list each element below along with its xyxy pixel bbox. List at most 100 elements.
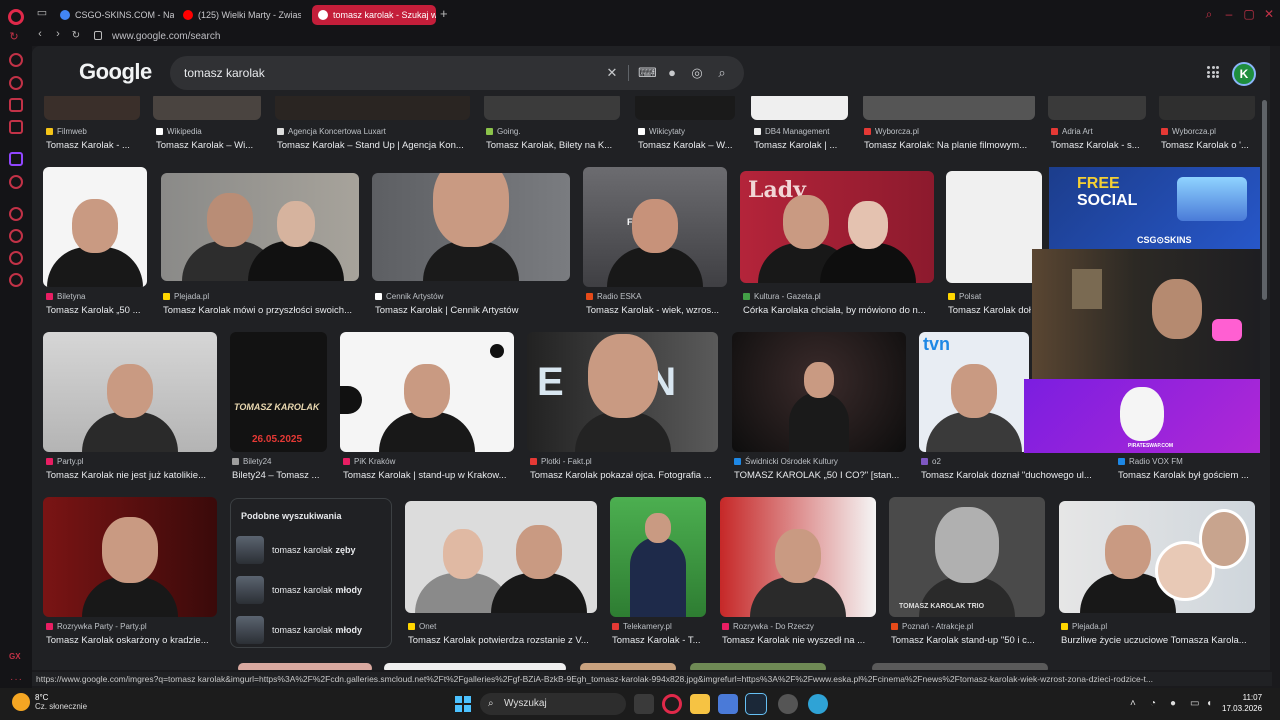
steam-icon[interactable] [745,693,767,715]
result-title[interactable]: Tomasz Karolak mówi o przyszłości swoich… [163,305,359,316]
lock-icon[interactable] [9,76,23,90]
result-title[interactable]: Tomasz Karolak | Cennik Artystów [375,305,571,316]
tab-google-search[interactable]: tomasz karolak - Szukaj w [312,5,436,25]
weather-widget[interactable]: 8°C Cz. słonecznie [12,693,87,711]
taskbar-search[interactable]: ⌕ Wyszukaj [480,693,626,715]
url-field[interactable]: www.google.com/search [112,31,220,42]
result-image[interactable] [946,171,1042,283]
result-image[interactable] [384,663,566,670]
search-tabs-icon[interactable]: ⌕ [1202,7,1216,21]
account-avatar[interactable]: K [1232,62,1256,86]
youtube-icon[interactable] [9,175,23,189]
player-icon[interactable] [9,207,23,221]
tab-csgo-skins[interactable]: CSGO-SKINS.COM - Naj [54,5,174,25]
result-title[interactable]: Tomasz Karolak oskarżony o kradzie... [46,635,218,646]
back-icon[interactable]: ‹ [32,28,48,40]
result-title[interactable]: Tomasz Karolak | stand-up w Krakow... [343,470,515,481]
result-title[interactable]: Tomasz Karolak doł [948,305,1040,316]
result-title[interactable]: Tomasz Karolak – W... [638,140,736,151]
scrollbar-thumb[interactable] [1262,100,1267,300]
result-image[interactable]: Lady [740,171,934,283]
result-title[interactable]: Tomasz Karolak - T... [612,635,708,646]
maximize-icon[interactable]: ▢ [1242,7,1256,21]
minimize-icon[interactable]: – [1222,7,1236,21]
result-image[interactable] [732,332,906,452]
edge-icon[interactable] [808,694,828,714]
result-title[interactable]: Tomasz Karolak stand-up "50 i c... [891,635,1045,646]
twitch-icon[interactable] [9,152,23,166]
microphone-icon[interactable]: ● [664,65,680,81]
result-title[interactable]: Tomasz Karolak - s... [1051,140,1147,151]
result-title[interactable]: Tomasz Karolak potwierdza rozstanie z V.… [408,635,598,646]
search-input[interactable]: tomasz karolak [184,66,265,80]
result-image[interactable] [43,167,147,287]
result-title[interactable]: Tomasz Karolak był gościem ... [1118,470,1254,481]
result-title[interactable]: TOMASZ KAROLAK „50 I CO?" [stan... [734,470,906,481]
result-image[interactable] [610,497,706,617]
windows-start-icon[interactable] [455,696,471,712]
history-icon[interactable] [9,229,23,243]
result-title[interactable]: Tomasz Karolak, Bilety na K... [486,140,620,151]
result-title[interactable]: Tomasz Karolak - wiek, wzros... [586,305,728,316]
result-image[interactable] [153,92,261,120]
lock-icon[interactable] [94,31,102,40]
result-image[interactable] [1159,92,1255,120]
tray-volume-icon[interactable]: ◖ [1206,698,1212,709]
result-image[interactable]: E TN [527,332,718,452]
result-image[interactable] [43,332,217,452]
result-image[interactable] [161,173,359,281]
result-image[interactable] [863,92,1035,120]
result-image[interactable] [635,92,735,120]
related-item[interactable]: tomasz karolak zęby [236,533,388,567]
clock[interactable]: 11:07 17.03.2026 [1222,692,1262,714]
reload-sidebar-icon[interactable]: ↻ [6,30,22,43]
result-title[interactable]: Tomasz Karolak - ... [46,140,141,151]
more-icon[interactable]: ··· [10,674,23,685]
messenger-icon[interactable] [9,98,23,112]
result-title[interactable]: Tomasz Karolak nie jest już katolikie... [46,470,218,481]
opera-gx-icon[interactable] [662,694,682,714]
result-title[interactable]: Tomasz Karolak: Na planie filmowym... [864,140,1036,151]
result-title[interactable]: Tomasz Karolak – Wi... [156,140,261,151]
aria-icon[interactable] [9,53,23,67]
store-icon[interactable] [718,694,738,714]
result-image[interactable] [484,92,620,120]
result-image[interactable] [580,663,676,670]
tray-network-icon[interactable]: ◔ [1150,698,1156,709]
workspaces-icon[interactable]: ▭ [34,6,50,19]
result-title[interactable]: Tomasz Karolak o '... [1161,140,1257,151]
result-image[interactable] [405,501,597,613]
result-image[interactable] [690,663,826,670]
result-title[interactable]: Burzliwe życie uczuciowe Tomasza Karola.… [1061,635,1255,646]
result-title[interactable]: Córka Karolaka chciała, by mówiono do n.… [743,305,935,316]
close-icon[interactable]: ✕ [1262,7,1276,21]
result-title[interactable]: Bilety24 – Tomasz ... [232,470,327,481]
result-image[interactable] [1059,501,1255,613]
result-title[interactable]: Tomasz Karolak nie wyszedł na ... [722,635,876,646]
result-title[interactable]: Tomasz Karolak pokazał ojca. Fotografia … [530,470,718,481]
search-box[interactable]: tomasz karolak ✕ ⌨ ● ◎ ⌕ [170,56,744,90]
result-title[interactable]: Tomasz Karolak – Stand Up | Agencja Kon.… [277,140,472,151]
lens-icon[interactable]: ◎ [689,65,705,81]
tab-youtube[interactable]: (125) Wielki Marty - Zwias [177,5,301,25]
search-icon[interactable]: ⌕ [714,65,730,81]
result-image[interactable] [340,332,514,452]
tray-chevron-icon[interactable]: ˄ [1130,698,1136,709]
app-icon[interactable] [778,694,798,714]
settings-icon[interactable] [9,273,23,287]
extensions-icon[interactable] [9,251,23,265]
result-title[interactable]: Tomasz Karolak „50 ... [46,305,150,316]
google-logo[interactable]: Google [79,59,152,85]
reload-icon[interactable]: ↻ [68,30,84,41]
tray-mic-icon[interactable]: ● [1170,698,1176,709]
tray-wifi-icon[interactable]: ▭ [1190,698,1199,709]
google-apps-icon[interactable] [1207,66,1219,78]
task-view-icon[interactable] [634,694,654,714]
result-title[interactable]: Tomasz Karolak doznał "duchowego ul... [921,470,1099,481]
result-image[interactable] [43,497,217,617]
result-image[interactable] [751,92,848,120]
result-image[interactable] [44,92,140,120]
keyboard-icon[interactable]: ⌨ [638,65,657,81]
related-item[interactable]: tomasz karolak młody [236,613,388,647]
forward-icon[interactable]: › [50,28,66,40]
